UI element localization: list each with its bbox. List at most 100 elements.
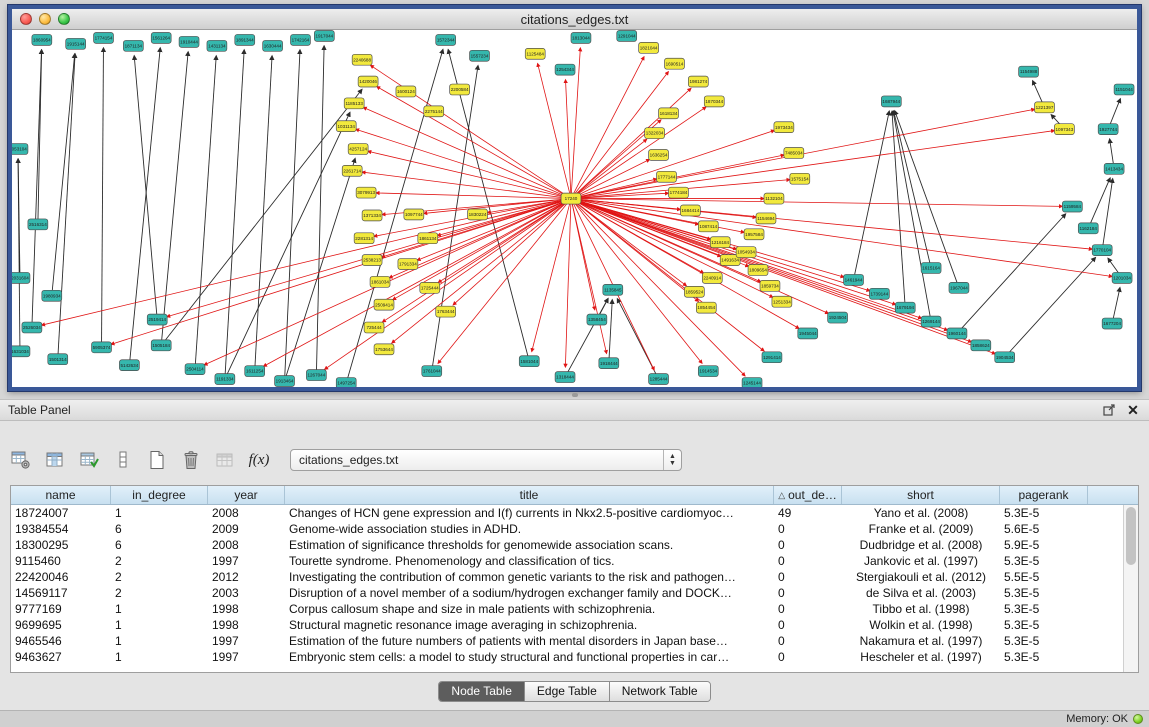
table-row[interactable]: 2242004622012Investigating the contribut… bbox=[11, 569, 1138, 585]
graph-node[interactable]: 1763444 bbox=[436, 306, 456, 317]
graph-node[interactable]: 1914534 bbox=[698, 366, 718, 377]
graph-node[interactable]: 2240914 bbox=[702, 272, 722, 283]
graph-node[interactable]: 1924504 bbox=[828, 312, 848, 323]
column-header-in_degree[interactable]: in_degree bbox=[111, 486, 208, 504]
graph-node[interactable]: 1611254 bbox=[245, 366, 265, 377]
graph-node[interactable]: 1575154 bbox=[790, 173, 810, 184]
graph-node[interactable]: 2504114 bbox=[185, 364, 205, 375]
graph-node[interactable]: 1291044 bbox=[617, 30, 637, 41]
graph-node[interactable]: 1216184 bbox=[710, 237, 730, 248]
network-view-canvas[interactable]: 1724022406881420046118513310311344257124… bbox=[12, 30, 1137, 387]
graph-node[interactable]: 1431134 bbox=[207, 40, 227, 51]
graph-node[interactable]: 3079913 bbox=[356, 187, 376, 198]
graph-node[interactable]: 1245144 bbox=[742, 378, 762, 387]
graph-node[interactable]: 7485034 bbox=[784, 148, 804, 159]
graph-node[interactable]: 1742164 bbox=[291, 34, 311, 45]
citation-edge-black[interactable] bbox=[32, 50, 42, 328]
citation-edge-black[interactable] bbox=[255, 56, 272, 371]
row-icon[interactable] bbox=[112, 449, 134, 471]
graph-node[interactable]: 1679194 bbox=[895, 302, 915, 313]
citation-edge-black[interactable] bbox=[285, 50, 300, 381]
citation-edge-red[interactable] bbox=[376, 193, 571, 199]
graph-node[interactable]: 2240688 bbox=[352, 54, 372, 65]
citation-edge-black[interactable] bbox=[102, 48, 104, 347]
tab-edge-table[interactable]: Edge Table bbox=[525, 682, 610, 701]
graph-node[interactable]: 1957584 bbox=[744, 229, 764, 240]
citation-edge-red[interactable] bbox=[438, 199, 571, 364]
graph-node[interactable]: 1809654 bbox=[748, 265, 768, 276]
graph-node[interactable]: 1151044 bbox=[1114, 84, 1134, 95]
graph-node[interactable]: 1690514 bbox=[665, 58, 685, 69]
column-header-out_de[interactable]: △out_de… bbox=[774, 486, 842, 504]
graph-node[interactable]: 1221397 bbox=[1035, 102, 1055, 113]
graph-node[interactable]: 1725444 bbox=[420, 282, 440, 293]
edit-columns-icon[interactable] bbox=[78, 449, 100, 471]
graph-node[interactable]: 1904534 bbox=[995, 352, 1015, 363]
graph-node[interactable]: 2281314 bbox=[354, 233, 374, 244]
citation-edge-black[interactable] bbox=[895, 111, 959, 288]
citation-edge-black[interactable] bbox=[285, 158, 356, 381]
graph-node[interactable]: 1677204 bbox=[1102, 318, 1122, 329]
graph-node[interactable]: 1600124 bbox=[396, 86, 416, 97]
graph-node[interactable]: 2538213 bbox=[362, 255, 382, 266]
graph-node[interactable]: 2519414 bbox=[147, 314, 167, 325]
graph-node[interactable]: 1318444 bbox=[555, 372, 575, 383]
graph-node[interactable]: 1915144 bbox=[66, 38, 86, 49]
table-row[interactable]: 969969511998Structural magnetic resonanc… bbox=[11, 617, 1138, 633]
graph-node[interactable]: 1358454 bbox=[587, 314, 607, 325]
graph-node[interactable]: 1097343 bbox=[1054, 124, 1074, 135]
column-header-title[interactable]: title bbox=[285, 486, 774, 504]
graph-node[interactable]: 1777144 bbox=[657, 171, 677, 182]
graph-node[interactable]: 1945044 bbox=[798, 328, 818, 339]
graph-node[interactable]: 1813044 bbox=[571, 32, 591, 43]
graph-node[interactable]: 1572344 bbox=[436, 34, 456, 45]
graph-node[interactable]: 1774154 bbox=[94, 32, 114, 43]
citation-edge-black[interactable] bbox=[225, 112, 350, 379]
graph-node[interactable]: 1739144 bbox=[869, 288, 889, 299]
tab-node-table[interactable]: Node Table bbox=[439, 682, 525, 701]
splitter-handle[interactable] bbox=[566, 392, 584, 398]
citation-edge-black[interactable] bbox=[609, 300, 612, 363]
graph-node[interactable]: 5142634 bbox=[119, 360, 139, 371]
graph-node[interactable]: 1505184 bbox=[151, 340, 171, 351]
citation-edge-black[interactable] bbox=[894, 111, 931, 268]
graph-node[interactable]: 1561264 bbox=[151, 32, 171, 43]
graph-node[interactable]: 1973434 bbox=[774, 122, 794, 133]
graph-node[interactable]: 1854454 bbox=[696, 302, 716, 313]
graph-node[interactable]: 2261714 bbox=[342, 165, 362, 176]
table-row[interactable]: 1830029562008Estimation of significance … bbox=[11, 537, 1138, 553]
graph-node[interactable]: 1154694 bbox=[756, 213, 776, 224]
citation-edge-red[interactable] bbox=[370, 65, 571, 198]
graph-node[interactable]: 1910444 bbox=[179, 36, 199, 47]
table-row[interactable]: 977716911998Corpus callosum shape and si… bbox=[11, 601, 1138, 617]
graph-node[interactable]: 17240 bbox=[561, 193, 581, 204]
citation-edge-red[interactable] bbox=[571, 199, 764, 352]
scrollbar-thumb[interactable] bbox=[1126, 507, 1136, 565]
graph-node[interactable]: 1927744 bbox=[1098, 124, 1118, 135]
graph-node[interactable]: 1132104 bbox=[764, 193, 784, 204]
graph-node[interactable]: 1125484 bbox=[525, 48, 545, 59]
graph-node[interactable]: 1774184 bbox=[668, 187, 688, 198]
graph-node[interactable]: 1322034 bbox=[645, 128, 665, 139]
citation-edge-black[interactable] bbox=[957, 214, 1066, 334]
graph-node[interactable]: 1630444 bbox=[263, 40, 283, 51]
citation-edge-red[interactable] bbox=[111, 199, 571, 345]
graph-node[interactable]: 1159584 bbox=[1062, 201, 1082, 212]
graph-node[interactable]: 1687944 bbox=[881, 96, 901, 107]
citation-edge-black[interactable] bbox=[225, 50, 244, 379]
graph-node[interactable]: 1285444 bbox=[649, 374, 669, 385]
graph-node[interactable]: 1981274 bbox=[688, 76, 708, 87]
graph-node[interactable]: 1497254 bbox=[336, 378, 356, 387]
graph-node[interactable]: 2509414 bbox=[374, 299, 394, 310]
graph-node[interactable]: 1891344 bbox=[235, 34, 255, 45]
graph-node[interactable]: 1185133 bbox=[344, 98, 364, 109]
graph-node[interactable]: 1821044 bbox=[639, 42, 659, 53]
graph-node[interactable]: 1761044 bbox=[422, 366, 442, 377]
table-row[interactable]: 946362711997Embryonic stem cells: a mode… bbox=[11, 649, 1138, 665]
graph-node[interactable]: 2053104 bbox=[12, 144, 28, 155]
table-settings-icon[interactable] bbox=[10, 449, 32, 471]
graph-node[interactable]: 1753644 bbox=[374, 344, 394, 355]
graph-node[interactable]: 1918444 bbox=[599, 358, 619, 369]
graph-node[interactable]: 4257124 bbox=[348, 144, 368, 155]
tab-network-table[interactable]: Network Table bbox=[610, 682, 710, 701]
